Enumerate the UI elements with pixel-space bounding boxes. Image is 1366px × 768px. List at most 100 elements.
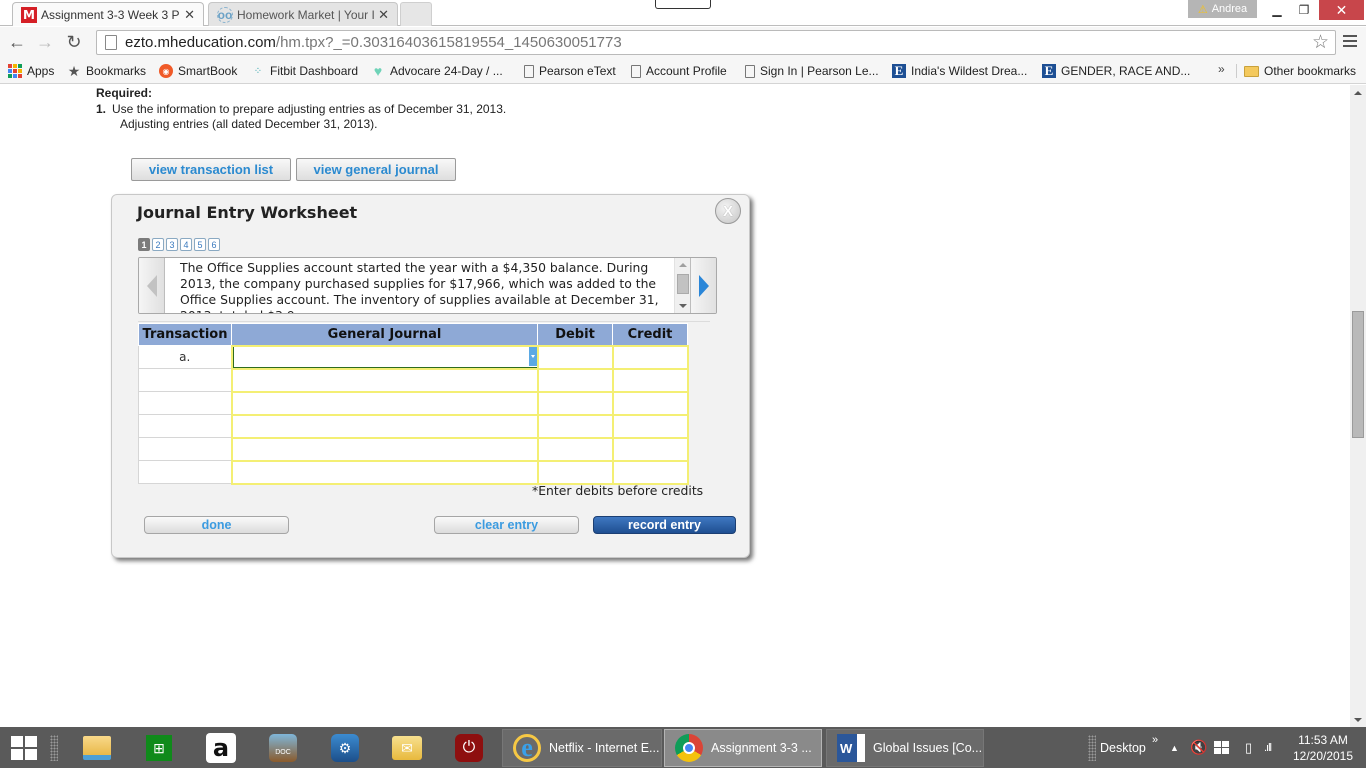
- credit-input[interactable]: [611, 459, 689, 485]
- account-select[interactable]: [230, 390, 539, 416]
- bookmark-star-icon[interactable]: ☆: [1312, 31, 1329, 54]
- browser-toolbar: ← → ↻ ezto.mheducation.com /hm.tpx?_=0.3…: [0, 27, 1366, 58]
- credit-input[interactable]: [611, 367, 689, 393]
- other-bookmarks[interactable]: Other bookmarks: [1244, 62, 1356, 80]
- view-transaction-list-button[interactable]: view transaction list: [131, 158, 291, 181]
- forward-button[interactable]: →: [34, 31, 56, 53]
- address-bar[interactable]: ezto.mheducation.com /hm.tpx?_=0.3031640…: [96, 30, 1336, 55]
- scroll-down-icon[interactable]: [1354, 718, 1362, 722]
- restore-button[interactable]: ❐: [1290, 0, 1318, 20]
- debit-input[interactable]: [536, 459, 614, 485]
- outlook-mail-button[interactable]: ✉: [391, 732, 423, 764]
- account-select[interactable]: [230, 459, 539, 485]
- back-button[interactable]: ←: [6, 31, 28, 53]
- debit-input[interactable]: [536, 413, 614, 439]
- profile-button[interactable]: ⚠ Andrea: [1188, 0, 1257, 18]
- page-3-button[interactable]: 3: [166, 238, 178, 251]
- scroll-thumb[interactable]: [1352, 311, 1364, 438]
- credit-input[interactable]: [611, 390, 689, 416]
- signal-strength-icon[interactable]: .ıll: [1264, 727, 1272, 768]
- task-internet-explorer[interactable]: e Netflix - Internet E...: [502, 729, 662, 767]
- battery-icon[interactable]: ▯: [1245, 727, 1252, 768]
- taskbar-grip[interactable]: [1088, 735, 1096, 761]
- scroll-thumb[interactable]: [677, 274, 689, 294]
- close-tab-icon[interactable]: ✕: [184, 7, 195, 23]
- next-transaction-button[interactable]: [690, 258, 716, 313]
- power-button[interactable]: ⏻: [453, 732, 485, 764]
- account-select[interactable]: [230, 344, 539, 370]
- account-select[interactable]: [230, 436, 539, 462]
- bookmark-label: Fitbit Dashboard: [270, 64, 359, 78]
- page-2-button[interactable]: 2: [152, 238, 164, 251]
- bookmark-account-profile[interactable]: Account Profile: [631, 62, 727, 80]
- amazon-button[interactable]: a: [205, 732, 237, 764]
- new-tab-button[interactable]: [400, 2, 432, 26]
- doc-app-button[interactable]: DOC: [267, 732, 299, 764]
- debit-input[interactable]: [536, 367, 614, 393]
- settings-app-button[interactable]: ⚙: [329, 732, 361, 764]
- tab-homework-market[interactable]: oo Homework Market | Your I ✕: [208, 2, 398, 26]
- credit-input[interactable]: [611, 344, 689, 370]
- bookmark-apps[interactable]: Apps: [8, 62, 54, 80]
- start-button[interactable]: [8, 732, 40, 764]
- file-explorer-button[interactable]: [81, 732, 113, 764]
- folder-icon: [1244, 65, 1259, 77]
- reload-button[interactable]: ↻: [63, 31, 85, 53]
- debit-input[interactable]: [536, 390, 614, 416]
- page-5-button[interactable]: 5: [194, 238, 206, 251]
- credit-input[interactable]: [611, 436, 689, 462]
- close-tab-icon[interactable]: ✕: [378, 7, 389, 23]
- toolbar-chevron-icon[interactable]: »: [1152, 719, 1158, 760]
- clock-time: 11:53 AM: [1298, 733, 1348, 747]
- page-1-button[interactable]: 1: [138, 238, 150, 251]
- page-4-button[interactable]: 4: [180, 238, 192, 251]
- bookmark-indias-wildest[interactable]: E India's Wildest Drea...: [892, 62, 1027, 80]
- bookmarks-overflow-button[interactable]: »: [1218, 62, 1225, 76]
- scroll-down-icon[interactable]: [679, 304, 687, 308]
- chrome-menu-icon[interactable]: [1343, 33, 1357, 49]
- tab-title: Assignment 3-3 Week 3 Pr: [41, 7, 181, 22]
- scroll-up-icon[interactable]: [1354, 91, 1362, 95]
- description-scrollbar[interactable]: [674, 258, 690, 313]
- bookmark-pearson-sign-in[interactable]: Sign In | Pearson Le...: [745, 62, 879, 80]
- task-chrome[interactable]: Assignment 3-3 ...: [664, 729, 822, 767]
- bookmark-advocare[interactable]: ♥ Advocare 24-Day / ...: [371, 62, 503, 80]
- account-select[interactable]: [230, 413, 539, 439]
- instruction-subtext: Adjusting entries (all dated December 31…: [120, 117, 378, 131]
- bookmark-bookmarks[interactable]: ★ Bookmarks: [67, 62, 146, 80]
- bookmark-fitbit[interactable]: ⁘ Fitbit Dashboard: [251, 62, 358, 80]
- volume-muted-icon[interactable]: 🔇: [1190, 727, 1207, 768]
- record-entry-button[interactable]: record entry: [593, 516, 736, 534]
- page-scrollbar[interactable]: [1350, 85, 1366, 727]
- desktop-toolbar[interactable]: Desktop: [1100, 727, 1146, 768]
- bookmark-smartbook[interactable]: ◉ SmartBook: [159, 62, 237, 80]
- account-select[interactable]: [230, 367, 539, 393]
- previous-transaction-button[interactable]: [139, 258, 165, 313]
- bookmark-gender-race[interactable]: E GENDER, RACE AND...: [1042, 62, 1190, 80]
- clear-entry-button[interactable]: clear entry: [434, 516, 579, 534]
- action-center-button[interactable]: [1214, 727, 1229, 768]
- show-hidden-icons-button[interactable]: ▲: [1170, 727, 1179, 768]
- transaction-cell: [138, 368, 232, 392]
- close-worksheet-button[interactable]: X: [715, 198, 741, 224]
- minimize-button[interactable]: ▁: [1263, 0, 1291, 20]
- chevron-down-icon[interactable]: [528, 346, 537, 366]
- window-notch: [655, 0, 711, 9]
- scroll-up-icon[interactable]: [679, 263, 687, 267]
- bookmark-label: Other bookmarks: [1264, 64, 1357, 78]
- amazon-icon: a: [206, 733, 236, 763]
- debit-input[interactable]: [536, 436, 614, 462]
- windows-store-button[interactable]: ⊞: [143, 732, 175, 764]
- credit-input[interactable]: [611, 413, 689, 439]
- debit-input[interactable]: [536, 344, 614, 370]
- system-clock[interactable]: 11:53 AM 12/20/2015: [1287, 732, 1359, 764]
- view-general-journal-button[interactable]: view general journal: [296, 158, 456, 181]
- done-button[interactable]: done: [144, 516, 289, 534]
- task-word[interactable]: W Global Issues [Co...: [826, 729, 984, 767]
- close-window-button[interactable]: ✕: [1319, 0, 1364, 20]
- tab-assignment[interactable]: M Assignment 3-3 Week 3 Pr ✕: [12, 2, 204, 26]
- journal-entry-worksheet: Journal Entry Worksheet X 1 2 3 4 5 6 Th…: [111, 194, 750, 558]
- taskbar-grip[interactable]: [50, 735, 58, 761]
- page-6-button[interactable]: 6: [208, 238, 220, 251]
- bookmark-pearson-etext[interactable]: Pearson eText: [524, 62, 616, 80]
